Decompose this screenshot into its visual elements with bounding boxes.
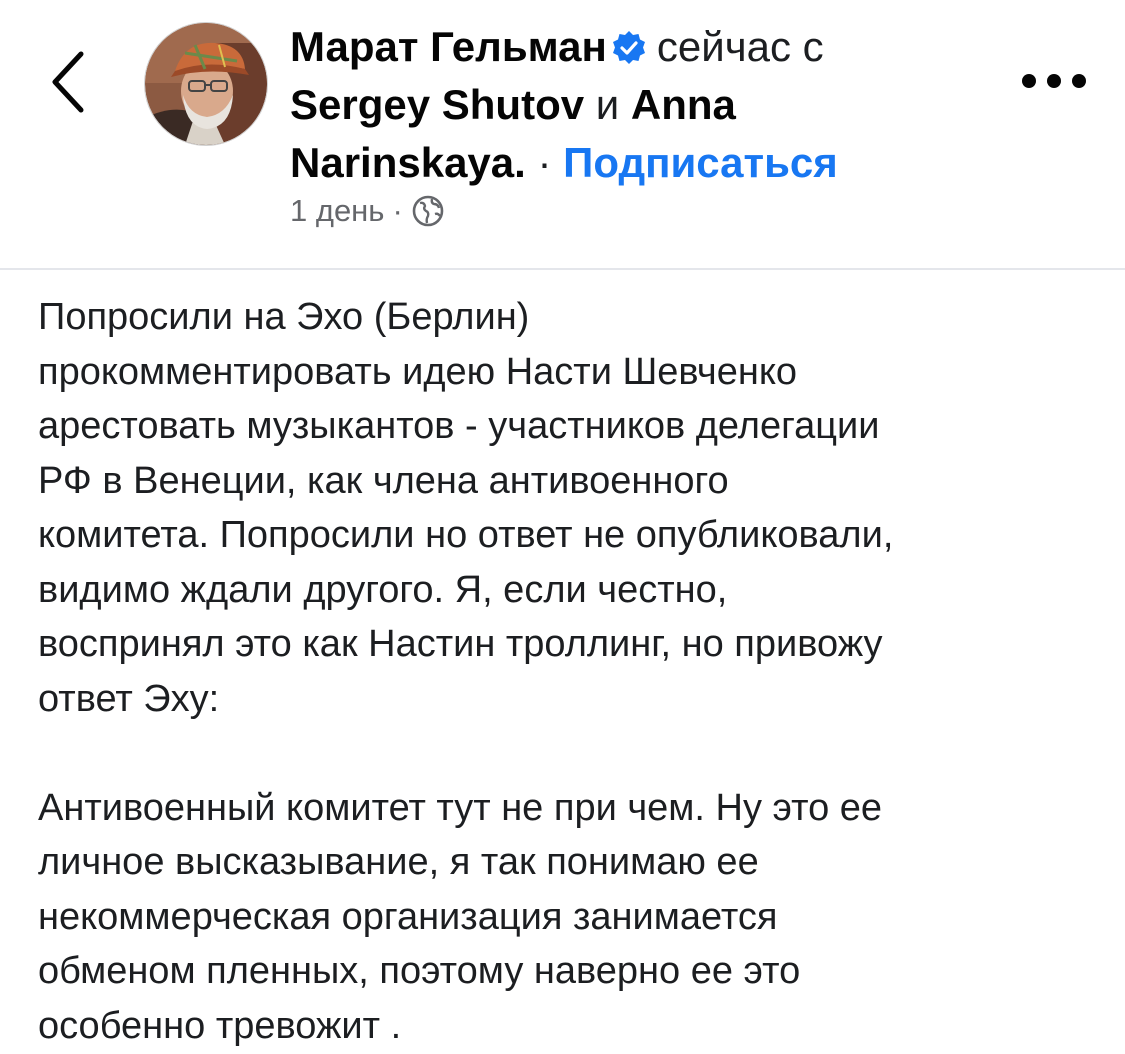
post-line: РФ в Венеции, как члена антивоенного	[38, 459, 729, 502]
post-line: видимо ждали другого. Я, если честно,	[38, 568, 728, 611]
post-line: ответ Эху:	[38, 677, 220, 720]
header-divider	[0, 268, 1125, 270]
post-line: Попросили на Эхо (Берлин)	[38, 296, 530, 338]
tagged-user-link-2-cont[interactable]: Narinskaya.	[290, 139, 526, 186]
back-button[interactable]	[38, 42, 98, 122]
avatar-image	[145, 23, 267, 145]
author-avatar[interactable]	[144, 22, 268, 146]
post-line: обменом пленных, поэтому наверно ее это	[38, 950, 801, 992]
more-dot	[1022, 74, 1036, 88]
separator-dot: ·	[537, 139, 552, 186]
chevron-left-icon	[52, 51, 84, 113]
post-header: Марат Гельман сейчас с Sergey Shutov и A…	[0, 0, 1125, 268]
post-paragraph-1: Попросили на Эхо (Берлин) прокомментиров…	[38, 290, 1098, 726]
post-line: прокомментировать идею Насти Шевченко	[38, 350, 798, 393]
post-line: воспринял это как Настин троллинг, но пр…	[38, 623, 883, 665]
with-text: сейчас с	[656, 23, 824, 70]
post-line: личное высказывание, я так понимаю ее	[38, 841, 759, 883]
more-dot	[1072, 74, 1086, 88]
subscribe-button[interactable]: Подписаться	[563, 139, 838, 186]
tagged-user-link-1[interactable]: Sergey Shutov	[290, 81, 584, 128]
header-line-1: Марат Гельман сейчас с	[290, 18, 990, 76]
header-line-2: Sergey Shutov и Anna	[290, 76, 990, 134]
globe-icon[interactable]	[411, 194, 445, 228]
post-line: арестовать музыкантов - участников делег…	[38, 405, 880, 447]
post-line: некоммерческая организация занимается	[38, 895, 778, 938]
more-dot	[1047, 74, 1061, 88]
post-paragraph-2: Антивоенный комитет тут не при чем. Ну э…	[38, 781, 1098, 1054]
header-line-3: Narinskaya. · Подписаться	[290, 134, 990, 192]
tagged-user-link-2[interactable]: Anna	[631, 81, 736, 128]
author-name-link[interactable]: Марат Гельман	[290, 23, 607, 70]
post-body: Попросили на Эхо (Берлин) прокомментиров…	[38, 290, 1098, 1053]
verified-badge-icon	[612, 31, 645, 64]
and-text: и	[595, 81, 620, 128]
meta-dot: ·	[392, 193, 403, 228]
post-time[interactable]: 1 день	[290, 193, 384, 229]
more-options-icon[interactable]	[1022, 66, 1086, 96]
post-line: особенно тревожит .	[38, 1004, 402, 1047]
post-line: комитета. Попросили но ответ не опублико…	[38, 514, 894, 556]
post-line: Антивоенный комитет тут не при чем. Ну э…	[38, 786, 883, 829]
post-meta: 1 день ·	[290, 193, 445, 229]
header-text: Марат Гельман сейчас с Sergey Shutov и A…	[290, 18, 990, 192]
